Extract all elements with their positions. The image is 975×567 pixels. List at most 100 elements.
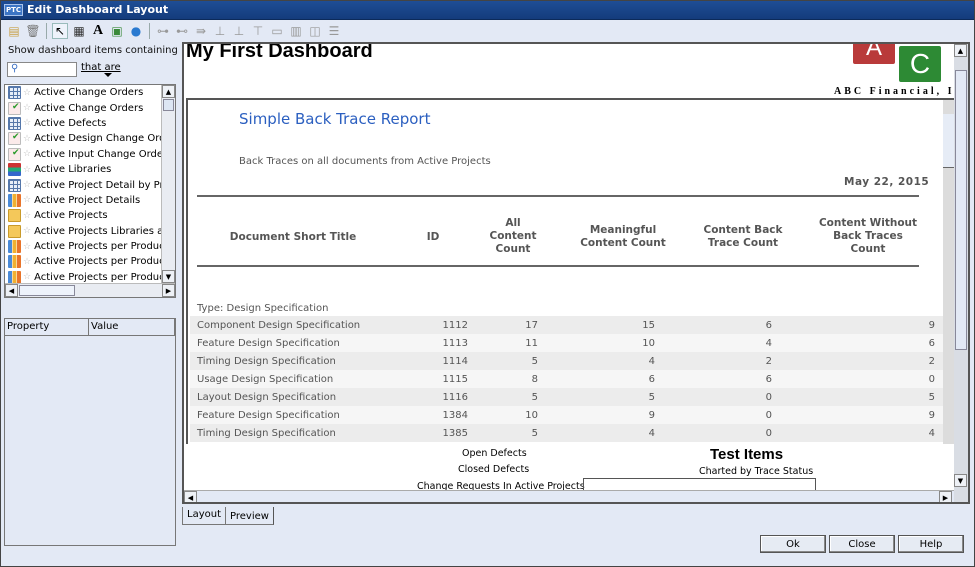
scroll-right-button[interactable]: ▶ (162, 284, 175, 297)
cell-all: 11 (525, 337, 538, 349)
scroll-down-button[interactable]: ▼ (954, 474, 967, 487)
list-vertical-scrollbar[interactable]: ▲ ▼ (161, 85, 175, 283)
table-icon[interactable]: ▦ (71, 23, 87, 39)
scroll-thumb[interactable] (163, 99, 174, 111)
align-left-icon[interactable]: ⊶ (155, 23, 171, 39)
text-icon[interactable]: A (90, 23, 106, 39)
list-item[interactable]: ☆ Active Projects Libraries and T (5, 224, 175, 239)
tab-layout[interactable]: Layout (182, 507, 226, 525)
favorite-star-icon[interactable]: ☆ (23, 88, 31, 98)
logo-c: C (899, 46, 941, 82)
list-item[interactable]: ☆Active Design Change Orders (5, 131, 175, 146)
layout-2-icon[interactable]: ▥ (288, 23, 304, 39)
cell-meaningful: 5 (648, 391, 655, 403)
window-title: Edit Dashboard Layout (27, 3, 169, 16)
preview-horizontal-scrollbar[interactable]: ◀ ▶ (184, 490, 954, 502)
table-row: Layout Design Specification 1116 5 5 0 5 (190, 388, 944, 406)
favorite-star-icon[interactable]: ☆ (23, 195, 31, 205)
table-row: Usage Design Specification 1115 8 6 6 0 (190, 370, 944, 388)
ok-button[interactable]: Ok (760, 535, 826, 553)
tab-preview[interactable]: Preview (225, 507, 274, 525)
list-item[interactable]: ☆Active Input Change Orders (5, 147, 175, 162)
favorite-star-icon[interactable]: ☆ (23, 118, 31, 128)
favorite-star-icon[interactable]: ☆ (23, 272, 31, 282)
favorite-star-icon[interactable]: ☆ (23, 257, 31, 267)
link-open-defects[interactable]: Open Defects (462, 448, 527, 459)
cell-meaningful: 15 (642, 319, 655, 331)
toolbar-separator (46, 23, 47, 39)
company-name: ABC Financial, Inc (834, 86, 970, 97)
favorite-star-icon[interactable]: ☆ (23, 211, 31, 221)
cell-without: 4 (928, 427, 935, 439)
scroll-up-button[interactable]: ▲ (954, 44, 967, 57)
preview-vertical-scrollbar[interactable]: ▲ ▼ (954, 44, 968, 502)
delete-icon[interactable]: 🗑 (25, 23, 41, 39)
list-item[interactable]: ☆ Active Defects (5, 116, 175, 131)
list-item[interactable]: ☆ Active Libraries (5, 162, 175, 177)
list-horizontal-scrollbar[interactable]: ◀ ▶ (5, 283, 175, 297)
chevron-down-icon[interactable] (104, 73, 112, 77)
close-button[interactable]: Close (829, 535, 895, 553)
list-item[interactable]: ☆ Active Project Detail by Produ (5, 177, 175, 192)
align-bottom-icon[interactable]: ⊤ (250, 23, 266, 39)
list-item-label: Active Project Details (34, 194, 141, 206)
header-meaningful-content-count: Meaningful Content Count (580, 224, 666, 249)
change-request-icon (8, 132, 21, 146)
align-right-icon[interactable]: ⇛ (193, 23, 209, 39)
list-item-label: Active Projects Libraries and T (34, 225, 176, 237)
app-logo-icon: PTC (4, 3, 24, 16)
favorite-star-icon[interactable]: ☆ (23, 242, 31, 252)
new-dashboard-icon[interactable]: ▤ (6, 23, 22, 39)
list-item[interactable]: ☆ Active Projects (5, 208, 175, 223)
test-items-subtitle: Charted by Trace Status (699, 466, 814, 477)
cell-all: 5 (531, 427, 538, 439)
favorite-star-icon[interactable]: ☆ (23, 149, 31, 159)
pointer-icon[interactable]: ↖ (52, 23, 68, 39)
search-icon: ⚲ (11, 63, 19, 74)
scroll-thumb[interactable] (19, 285, 75, 296)
value-column-header[interactable]: Value (89, 319, 175, 335)
layout-3-icon[interactable]: ◫ (307, 23, 323, 39)
link-closed-defects[interactable]: Closed Defects (458, 464, 529, 475)
cell-without: 9 (928, 319, 935, 331)
list-item[interactable]: ☆ Active Project Details (5, 193, 175, 208)
list-item[interactable]: ☆Active Change Orders (5, 100, 175, 115)
property-column-header[interactable]: Property (5, 319, 89, 335)
list-item[interactable]: ☆ Active Projects per Product Co (5, 239, 175, 254)
image-icon[interactable]: ▣ (109, 23, 125, 39)
favorite-star-icon[interactable]: ☆ (23, 103, 31, 113)
table-report-icon (8, 116, 21, 130)
header-document-title: Document Short Title (229, 231, 357, 243)
scroll-left-button[interactable]: ◀ (184, 491, 197, 502)
scroll-right-button[interactable]: ▶ (939, 491, 952, 502)
favorite-star-icon[interactable]: ☆ (23, 226, 31, 236)
help-button[interactable]: Help (898, 535, 964, 553)
scroll-left-button[interactable]: ◀ (5, 284, 18, 297)
align-center-icon[interactable]: ⊷ (174, 23, 190, 39)
align-middle-icon[interactable]: ⊥ (231, 23, 247, 39)
layout-1-icon[interactable]: ▭ (269, 23, 285, 39)
favorite-star-icon[interactable]: ☆ (23, 134, 31, 144)
that-are-dropdown[interactable]: that are (81, 62, 121, 73)
list-item-label: Active Defects (34, 117, 107, 129)
scroll-down-button[interactable]: ▼ (162, 270, 175, 283)
align-top-icon[interactable]: ⊥ (212, 23, 228, 39)
list-item-label: Active Design Change Orders (34, 133, 176, 145)
scroll-up-button[interactable]: ▲ (162, 85, 175, 98)
web-icon[interactable]: ● (128, 23, 144, 39)
report-title[interactable]: Simple Back Trace Report (239, 110, 430, 128)
layout-4-icon[interactable]: ☰ (326, 23, 342, 39)
cell-id: 1385 (442, 427, 468, 439)
list-item[interactable]: ☆Active Change Orders (5, 85, 175, 100)
favorite-star-icon[interactable]: ☆ (23, 180, 31, 190)
favorite-star-icon[interactable]: ☆ (23, 165, 31, 175)
cell-all: 10 (525, 409, 538, 421)
scroll-thumb[interactable] (955, 70, 967, 350)
report-vertical-scrollbar[interactable] (943, 100, 954, 444)
search-input[interactable]: ⚲ (7, 62, 77, 77)
list-item-label: Active Change Orders (34, 102, 144, 114)
list-item[interactable]: ☆ Active Projects per Product Ef (5, 254, 175, 269)
cell-name: Timing Design Specification (197, 427, 336, 439)
table-report-icon (8, 86, 21, 100)
scroll-thumb[interactable] (943, 114, 954, 168)
